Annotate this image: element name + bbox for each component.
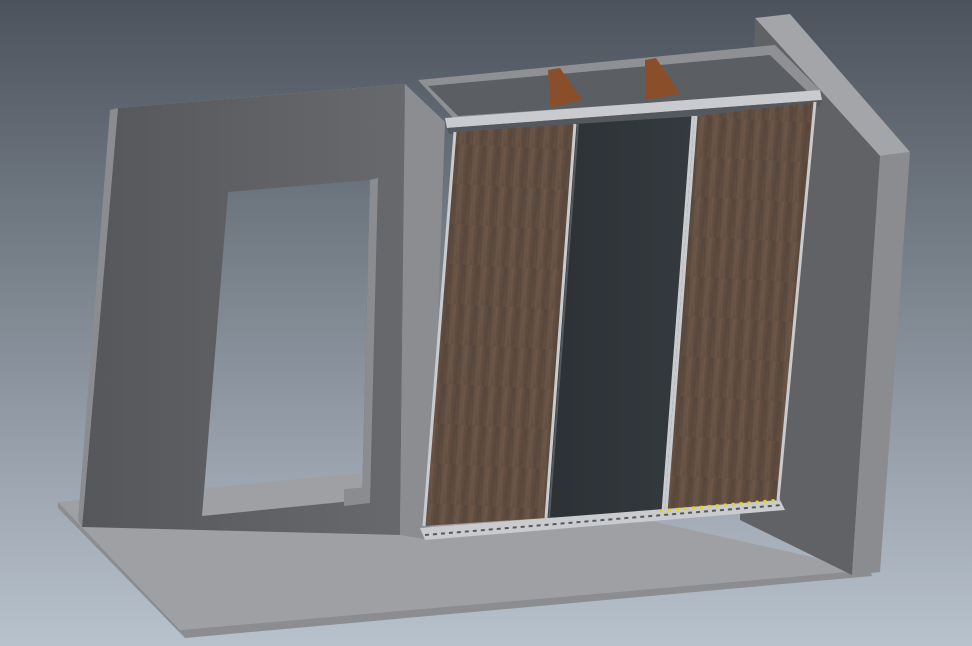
doorway-sill — [344, 487, 370, 506]
wardrobe-model-scene[interactable] — [0, 0, 972, 646]
wardrobe-cabinet[interactable] — [400, 45, 822, 540]
3d-viewport[interactable] — [0, 0, 972, 646]
